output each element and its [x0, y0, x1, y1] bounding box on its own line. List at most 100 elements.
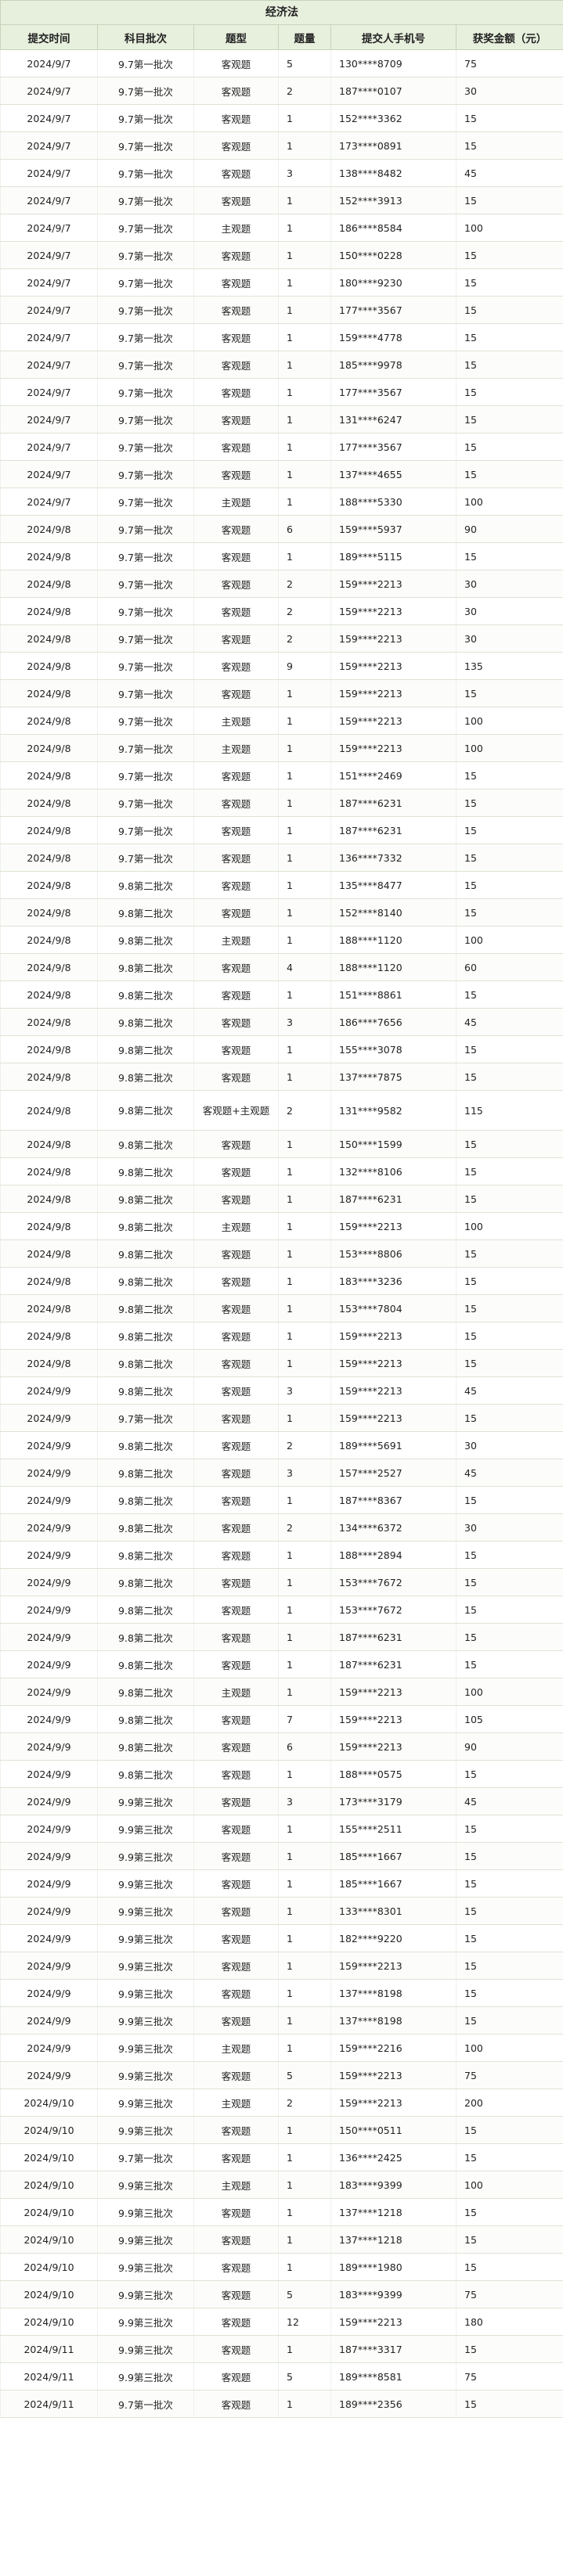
cell-quantity: 1: [278, 2198, 331, 2226]
table-row: 2024/9/8 9.7第一批次 客观题 1 151****2469 15: [0, 761, 563, 790]
cell-batch: 9.7第一批次: [97, 515, 194, 543]
table-row: 2024/9/9 9.8第二批次 客观题 1 187****6231 15: [0, 1623, 563, 1651]
table-row: 2024/9/11 9.7第一批次 客观题 1 189****2356 15: [0, 2390, 563, 2418]
cell-award: 15: [456, 1157, 563, 1185]
cell-submit-time: 2024/9/9: [0, 1952, 98, 1980]
cell-submit-time: 2024/9/9: [0, 1842, 98, 1870]
cell-batch: 9.7第一批次: [97, 844, 194, 872]
cell-quantity: 1: [278, 1157, 331, 1185]
cell-quantity: 1: [278, 1568, 331, 1596]
cell-quantity: 1: [278, 1294, 331, 1322]
cell-question-type: 客观题: [193, 433, 279, 461]
cell-batch: 9.9第三批次: [97, 2006, 194, 2035]
cell-award: 15: [456, 679, 563, 707]
cell-batch: 9.8第二批次: [97, 1130, 194, 1158]
cell-quantity: 1: [278, 323, 331, 351]
cell-award: 100: [456, 2034, 563, 2062]
cell-question-type: 主观题: [193, 214, 279, 242]
cell-quantity: 2: [278, 2089, 331, 2117]
cell-batch: 9.8第二批次: [97, 871, 194, 899]
cell-batch: 9.8第二批次: [97, 1459, 194, 1487]
cell-batch: 9.7第一批次: [97, 131, 194, 160]
cell-quantity: 1: [278, 1623, 331, 1651]
table-row: 2024/9/8 9.8第二批次 客观题 1 150****1599 15: [0, 1130, 563, 1158]
cell-batch: 9.8第二批次: [97, 1157, 194, 1185]
cell-quantity: 3: [278, 1787, 331, 1815]
table-row: 2024/9/8 9.8第二批次 客观题 1 187****6231 15: [0, 1185, 563, 1213]
table-row: 2024/9/8 9.8第二批次 客观题 1 132****8106 15: [0, 1157, 563, 1185]
cell-batch: 9.7第一批次: [97, 570, 194, 598]
cell-award: 15: [456, 433, 563, 461]
cell-quantity: 1: [278, 1869, 331, 1898]
cell-award: 15: [456, 2390, 563, 2418]
cell-question-type: 客观题: [193, 652, 279, 680]
cell-quantity: 1: [278, 1486, 331, 1514]
cell-batch: 9.9第三批次: [97, 2061, 194, 2089]
cell-question-type: 主观题: [193, 926, 279, 954]
cell-quantity: 1: [278, 871, 331, 899]
cell-batch: 9.8第二批次: [97, 1035, 194, 1063]
cell-submit-time: 2024/9/9: [0, 1979, 98, 2007]
cell-submit-time: 2024/9/9: [0, 1623, 98, 1651]
table-row: 2024/9/10 9.9第三批次 客观题 1 150****0511 15: [0, 2116, 563, 2144]
cell-phone: 135****8477: [330, 871, 457, 899]
cell-batch: 9.8第二批次: [97, 1431, 194, 1459]
cell-phone: 159****2213: [330, 1952, 457, 1980]
cell-question-type: 客观题: [193, 1815, 279, 1843]
cell-phone: 180****9230: [330, 268, 457, 297]
cell-batch: 9.9第三批次: [97, 2308, 194, 2336]
cell-submit-time: 2024/9/8: [0, 1212, 98, 1240]
cell-award: 15: [456, 241, 563, 269]
cell-question-type: 客观题: [193, 1568, 279, 1596]
cell-quantity: 2: [278, 1090, 331, 1131]
table-row: 2024/9/10 9.7第一批次 客观题 1 136****2425 15: [0, 2143, 563, 2171]
cell-award: 15: [456, 1294, 563, 1322]
cell-question-type: 客观题: [193, 1924, 279, 1952]
cell-quantity: 1: [278, 1596, 331, 1624]
cell-phone: 188****0575: [330, 1760, 457, 1788]
cell-question-type: 客观题: [193, 1376, 279, 1405]
table-row: 2024/9/8 9.7第一批次 客观题 1 189****5115 15: [0, 542, 563, 570]
cell-award: 15: [456, 1979, 563, 2007]
cell-quantity: 3: [278, 1376, 331, 1405]
cell-phone: 187****6231: [330, 1650, 457, 1678]
cell-submit-time: 2024/9/8: [0, 1294, 98, 1322]
cell-batch: 9.8第二批次: [97, 926, 194, 954]
cell-quantity: 1: [278, 980, 331, 1009]
table-row: 2024/9/7 9.7第一批次 客观题 1 177****3567 15: [0, 296, 563, 324]
cell-question-type: 客观题: [193, 1008, 279, 1036]
cell-phone: 152****3913: [330, 186, 457, 214]
cell-phone: 151****2469: [330, 761, 457, 790]
cell-question-type: 客观题: [193, 378, 279, 406]
cell-phone: 159****2213: [330, 2308, 457, 2336]
cell-phone: 131****6247: [330, 405, 457, 434]
table-row: 2024/9/9 9.8第二批次 客观题 1 153****7672 15: [0, 1568, 563, 1596]
cell-submit-time: 2024/9/8: [0, 734, 98, 762]
cell-award: 100: [456, 707, 563, 735]
cell-quantity: 1: [278, 268, 331, 297]
cell-phone: 189****8581: [330, 2362, 457, 2391]
cell-award: 75: [456, 2362, 563, 2391]
table-row: 2024/9/9 9.9第三批次 客观题 1 155****2511 15: [0, 1815, 563, 1843]
cell-quantity: 1: [278, 2225, 331, 2254]
table-row: 2024/9/9 9.9第三批次 客观题 5 159****2213 75: [0, 2061, 563, 2089]
cell-submit-time: 2024/9/9: [0, 1404, 98, 1432]
cell-quantity: 5: [278, 2280, 331, 2308]
cell-phone: 137****4655: [330, 460, 457, 488]
cell-question-type: 客观题: [193, 2280, 279, 2308]
table-row: 2024/9/7 9.7第一批次 客观题 1 152****3913 15: [0, 186, 563, 214]
cell-quantity: 1: [278, 1650, 331, 1678]
cell-submit-time: 2024/9/8: [0, 679, 98, 707]
cell-quantity: 1: [278, 1349, 331, 1377]
table-row: 2024/9/7 9.7第一批次 客观题 1 177****3567 15: [0, 433, 563, 461]
cell-batch: 9.8第二批次: [97, 1623, 194, 1651]
cell-award: 15: [456, 844, 563, 872]
cell-award: 15: [456, 104, 563, 132]
cell-award: 75: [456, 49, 563, 77]
cell-award: 15: [456, 1924, 563, 1952]
cell-question-type: 客观题: [193, 515, 279, 543]
table-row: 2024/9/8 9.7第一批次 主观题 1 159****2213 100: [0, 734, 563, 762]
cell-phone: 188****5330: [330, 487, 457, 516]
cell-phone: 159****2213: [330, 652, 457, 680]
cell-phone: 155****2511: [330, 1815, 457, 1843]
